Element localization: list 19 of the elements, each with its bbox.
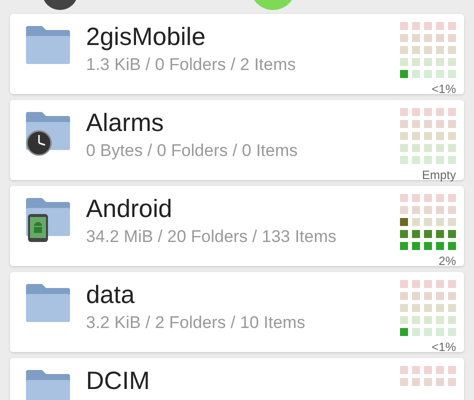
folder-name: Android [86,194,174,225]
folder-icon [24,368,72,400]
folder-details: 1.3 KiB / 0 Folders / 2 Items [86,54,297,76]
folder-details: 34.2 MiB / 20 Folders / 133 Items [86,226,338,248]
folder-details: 0 Bytes / 0 Folders / 0 Items [86,140,299,162]
folder-name: data [86,280,136,311]
folder-name: 2gisMobile [86,22,207,53]
folder-details: 3.2 KiB / 2 Folders / 10 Items [86,312,306,334]
folder-icon [24,24,72,66]
folder-card[interactable]: DCIM [10,358,464,400]
folder-card[interactable]: Android 34.2 MiB / 20 Folders / 133 Items 2% [10,186,464,266]
folder-card[interactable]: data 3.2 KiB / 2 Folders / 10 Items <1% [10,272,464,352]
clock-icon [26,130,52,156]
folder-card[interactable]: 2gisMobile 1.3 KiB / 0 Folders / 2 Items <1% [10,14,464,94]
folder-name: DCIM [86,366,151,397]
folder-card[interactable]: Alarms 0 Bytes / 0 Folders / 0 Items Empty [10,100,464,180]
folder-icon [24,282,72,324]
folder-name: Alarms [86,108,165,139]
android-icon [28,214,48,242]
